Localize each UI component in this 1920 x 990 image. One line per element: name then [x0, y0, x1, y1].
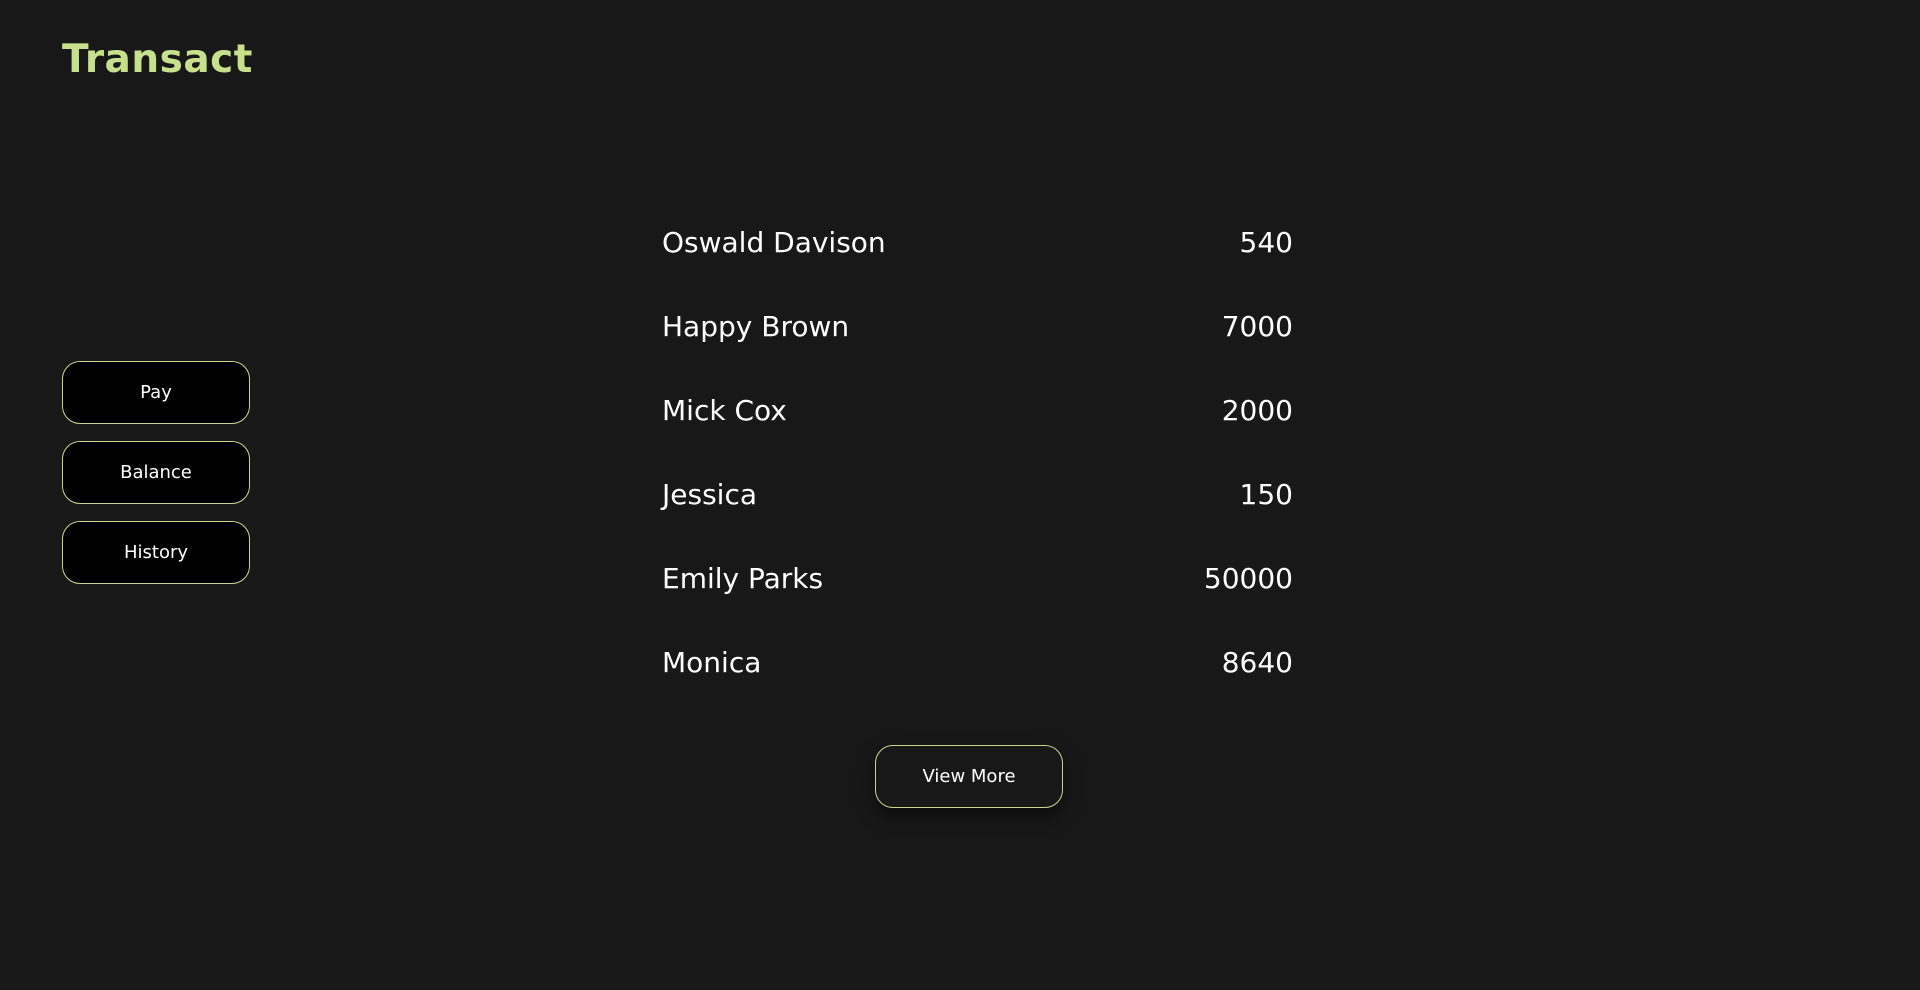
side-nav: Pay Balance History — [62, 361, 250, 584]
transaction-name: Jessica — [662, 477, 757, 511]
transaction-name: Mick Cox — [662, 393, 787, 427]
transaction-amount: 50000 — [1203, 561, 1293, 595]
transaction-name: Happy Brown — [662, 309, 850, 343]
transaction-amount: 2000 — [1221, 393, 1293, 427]
transaction-name: Oswald Davison — [662, 225, 886, 259]
transaction-row[interactable]: Happy Brown 7000 — [662, 284, 1293, 368]
transaction-amount: 150 — [1239, 477, 1293, 511]
brand-title: Transact — [62, 37, 253, 82]
view-more-button[interactable]: View More — [875, 745, 1063, 808]
transaction-row[interactable]: Mick Cox 2000 — [662, 368, 1293, 452]
pay-button[interactable]: Pay — [62, 361, 250, 424]
transaction-row[interactable]: Monica 8640 — [662, 620, 1293, 704]
transaction-list: Oswald Davison 540 Happy Brown 7000 Mick… — [662, 200, 1293, 704]
transaction-amount: 540 — [1239, 225, 1293, 259]
transaction-name: Emily Parks — [662, 561, 824, 595]
transaction-row[interactable]: Oswald Davison 540 — [662, 200, 1293, 284]
history-button[interactable]: History — [62, 521, 250, 584]
balance-button[interactable]: Balance — [62, 441, 250, 504]
transaction-row[interactable]: Emily Parks 50000 — [662, 536, 1293, 620]
transaction-name: Monica — [662, 645, 762, 679]
app-root: Transact Pay Balance History Oswald Davi… — [0, 0, 1920, 990]
transaction-row[interactable]: Jessica 150 — [662, 452, 1293, 536]
transaction-amount: 7000 — [1221, 309, 1293, 343]
transaction-amount: 8640 — [1221, 645, 1293, 679]
